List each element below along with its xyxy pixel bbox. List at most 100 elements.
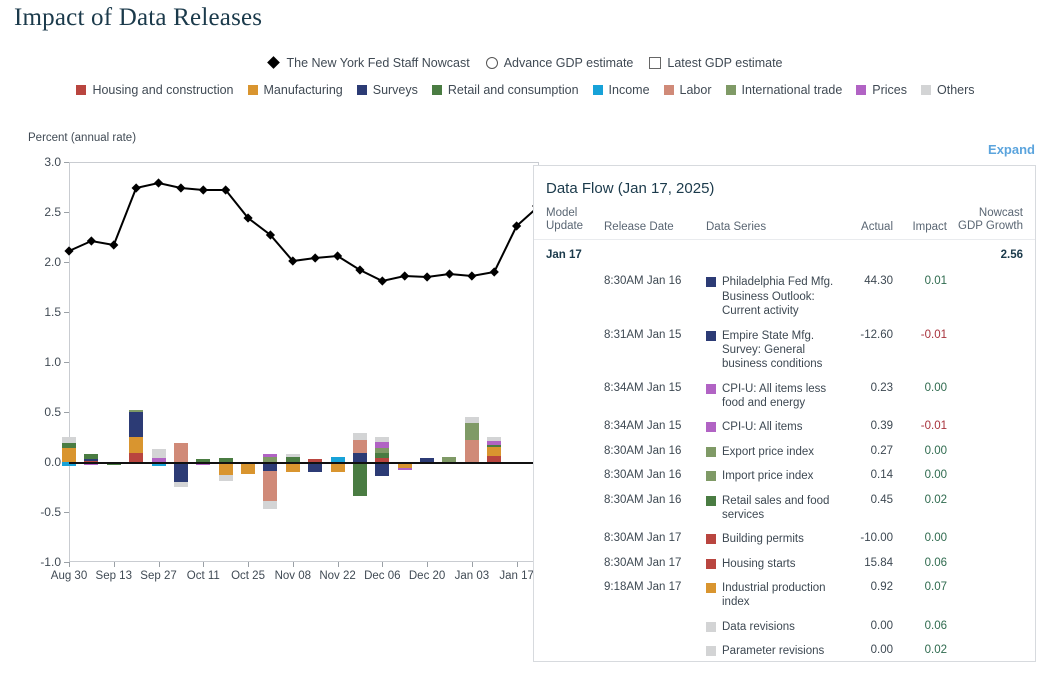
y-tick-label: 3.0 <box>44 155 61 169</box>
category-legend-item-surveys[interactable]: Surveys <box>356 83 418 97</box>
x-tick-mark <box>113 562 115 567</box>
series-name: Empire State Mfg. Survey: General busine… <box>722 329 823 371</box>
nowcast-point-marker[interactable] <box>131 183 141 193</box>
cell-impact: 0.06 <box>924 556 947 569</box>
table-row[interactable]: 8:34AM Jan 15 CPI-U: All items 0.39 -0.01 <box>534 415 1035 439</box>
nowcast-point-marker[interactable] <box>355 265 365 275</box>
series-name: CPI-U: All items <box>722 421 803 434</box>
nowcast-point-marker[interactable] <box>109 240 119 250</box>
table-row[interactable]: 8:31AM Jan 15 Empire State Mfg. Survey: G… <box>534 324 1035 377</box>
category-legend-item-housing[interactable]: Housing and construction <box>76 83 234 97</box>
cell-impact: -0.01 <box>920 420 947 433</box>
marker-legend-item-square[interactable]: Latest GDP estimate <box>649 56 783 70</box>
others-swatch-icon <box>706 646 716 657</box>
col-nowcast-line2: GDP Growth <box>958 220 1023 233</box>
surveys-swatch-icon <box>356 85 367 95</box>
housing-swatch-icon <box>706 558 716 569</box>
table-row[interactable]: 8:30AM Jan 16 Retail sales and food servi… <box>534 489 1035 528</box>
others-swatch-icon <box>706 621 716 632</box>
table-row[interactable]: Data revisions 0.00 0.06 <box>534 615 1035 639</box>
x-tick-label: Sep 13 <box>95 570 132 582</box>
table-row[interactable]: 8:30AM Jan 16 Philadelphia Fed Mfg. Busin… <box>534 270 1035 323</box>
table-row[interactable]: Parameter revisions 0.00 0.02 <box>534 639 1035 661</box>
category-legend-label: Labor <box>679 83 712 97</box>
nowcast-point-marker[interactable] <box>467 271 477 281</box>
series-name: Retail sales and food services <box>722 494 830 521</box>
nowcast-point-marker[interactable] <box>422 272 432 282</box>
nowcast-point-marker[interactable] <box>377 276 387 286</box>
marker-legend-item-circle[interactable]: Advance GDP estimate <box>485 56 634 70</box>
table-row[interactable]: 8:30AM Jan 17 Housing starts 15.84 0.06 <box>534 552 1035 576</box>
x-tick-label: Dec 06 <box>364 570 401 582</box>
nowcast-point-marker[interactable] <box>489 267 499 277</box>
x-tick-mark <box>203 562 205 567</box>
marker-legend-item-diamond[interactable]: The New York Fed Staff Nowcast <box>267 56 470 70</box>
trade-swatch-icon <box>706 446 716 457</box>
category-legend-item-labor[interactable]: Labor <box>663 83 712 97</box>
series-name: Import price index <box>722 470 814 483</box>
x-tick-mark <box>471 562 473 567</box>
cell-release-date: 8:30AM Jan 16 <box>604 444 682 457</box>
cell-actual: 0.27 <box>870 444 893 457</box>
x-tick-mark <box>69 562 70 567</box>
series-name: Data revisions <box>722 620 795 633</box>
retail-swatch-icon <box>431 85 442 95</box>
x-tick-mark <box>292 562 294 567</box>
cell-data-series: Building permits <box>700 532 837 546</box>
cell-release-date: 8:34AM Jan 15 <box>604 381 682 394</box>
col-model-update-line1: Model <box>546 207 578 219</box>
housing-swatch-icon <box>76 85 87 95</box>
nowcast-point-marker[interactable] <box>400 271 410 281</box>
expand-button[interactable]: Expand <box>988 142 1035 157</box>
labor-swatch-icon <box>663 85 674 95</box>
cell-impact: 0.00 <box>924 381 947 394</box>
nowcast-point-marker[interactable] <box>198 185 208 195</box>
cell-release-date: 8:30AM Jan 16 <box>604 275 682 288</box>
table-row[interactable]: 8:30AM Jan 17 Building permits -10.00 0.00 <box>534 527 1035 551</box>
cell-actual: 0.00 <box>870 619 893 632</box>
data-flow-group-row[interactable]: Jan 17 2.56 <box>534 240 1035 270</box>
nowcast-point-marker[interactable] <box>310 253 320 263</box>
cell-actual: 0.92 <box>870 581 893 594</box>
y-tick-label: 2.0 <box>44 255 61 269</box>
y-tick-label: 0.0 <box>44 455 61 469</box>
series-name: Philadelphia Fed Mfg. Business Outlook: … <box>722 276 834 318</box>
table-row[interactable]: 8:30AM Jan 16 Export price index 0.27 0.00 <box>534 440 1035 464</box>
square-marker-icon <box>649 57 662 69</box>
data-flow-title: Data Flow (Jan 17, 2025) <box>546 180 715 197</box>
nowcast-point-marker[interactable] <box>86 236 96 246</box>
category-legend-item-manufacturing[interactable]: Manufacturing <box>247 83 343 97</box>
cell-release-date: 8:30AM Jan 17 <box>604 556 682 569</box>
category-legend-item-prices[interactable]: Prices <box>856 83 907 97</box>
table-row[interactable]: 9:18AM Jan 17 Industrial production index… <box>534 576 1035 615</box>
nowcast-point-marker[interactable] <box>332 251 343 261</box>
nowcast-point-marker[interactable] <box>176 183 186 193</box>
group-label: Jan 17 <box>546 249 582 262</box>
x-tick-mark <box>382 562 384 567</box>
nowcast-point-marker[interactable] <box>444 269 455 279</box>
group-nowcast: 2.56 <box>1000 249 1023 262</box>
y-tick-label: 1.5 <box>44 305 61 319</box>
category-legend-label: Manufacturing <box>263 83 343 97</box>
cell-impact: -0.01 <box>920 328 947 341</box>
table-row[interactable]: 8:34AM Jan 15 CPI-U: All items less food … <box>534 377 1035 416</box>
cell-impact: 0.02 <box>924 644 947 657</box>
nowcast-point-marker[interactable] <box>153 178 164 188</box>
marker-legend-label: Advance GDP estimate <box>503 56 634 70</box>
series-name: Export price index <box>722 445 815 458</box>
cell-release-date: 8:34AM Jan 15 <box>604 420 682 433</box>
cell-data-series: Data revisions <box>700 620 837 634</box>
y-tick-label: -1.0 <box>40 555 61 569</box>
cell-release-date: 8:30AM Jan 16 <box>604 469 682 482</box>
table-row[interactable]: 8:30AM Jan 16 Import price index 0.14 0.00 <box>534 464 1035 488</box>
category-legend-item-others[interactable]: Others <box>921 83 975 97</box>
cell-data-series: CPI-U: All items <box>700 420 837 434</box>
category-legend-item-trade[interactable]: International trade <box>725 83 842 97</box>
trade-swatch-icon <box>706 471 716 482</box>
series-name: CPI-U: All items less food and energy <box>722 382 827 410</box>
cell-impact: 0.02 <box>924 493 947 506</box>
category-legend-item-income[interactable]: Income <box>592 83 650 97</box>
manufacturing-swatch-icon <box>706 583 716 594</box>
category-legend-item-retail[interactable]: Retail and consumption <box>431 83 579 97</box>
cell-data-series: Empire State Mfg. Survey: General busine… <box>700 329 837 372</box>
